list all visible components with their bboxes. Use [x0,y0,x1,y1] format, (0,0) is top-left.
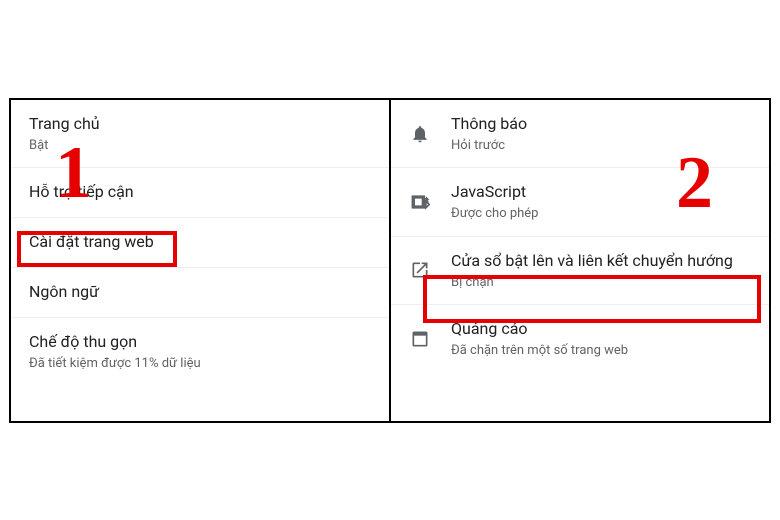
item-title: Ngôn ngữ [29,282,373,303]
item-title: Cửa sổ bật lên và liên kết chuyển hướng [451,251,753,272]
settings-item-home[interactable]: Trang chủ Bật [11,100,389,168]
item-subtitle: Bị chặn [451,275,753,291]
item-subtitle: Hỏi trước [451,138,753,154]
settings-item-accessibility[interactable]: Hỗ trợ tiếp cận [11,168,389,218]
settings-item-language[interactable]: Ngôn ngữ [11,268,389,318]
site-settings-item-javascript[interactable]: JavaScript Được cho phép [391,168,769,236]
popup-icon [409,259,431,281]
settings-pane-left: Trang chủ Bật Hỗ trợ tiếp cận Cài đặt tr… [11,100,391,421]
settings-item-lite-mode[interactable]: Chế độ thu gọn Đã tiết kiệm được 11% dữ … [11,318,389,385]
settings-item-site-settings[interactable]: Cài đặt trang web [11,218,389,268]
instruction-figure: Trang chủ Bật Hỗ trợ tiếp cận Cài đặt tr… [9,98,771,423]
item-title: Quảng cáo [451,319,753,340]
item-title: Hỗ trợ tiếp cận [29,182,373,203]
item-subtitle: Bật [29,138,373,154]
site-settings-item-popups[interactable]: Cửa sổ bật lên và liên kết chuyển hướng … [391,237,769,305]
site-settings-item-ads[interactable]: Quảng cáo Đã chặn trên một số trang web [391,305,769,372]
site-settings-pane-right: Thông báo Hỏi trước JavaScript Được cho … [391,100,769,421]
item-title: Cài đặt trang web [29,232,373,253]
item-title: Trang chủ [29,114,373,135]
ads-icon [409,328,431,350]
item-subtitle: Đã tiết kiệm được 11% dữ liệu [29,356,373,372]
js-icon [409,191,431,213]
item-subtitle: Được cho phép [451,206,753,222]
bell-icon [409,123,431,145]
item-title: Thông báo [451,114,753,135]
item-subtitle: Đã chặn trên một số trang web [451,343,753,359]
item-title: Chế độ thu gọn [29,332,373,353]
item-title: JavaScript [451,182,753,203]
site-settings-item-notifications[interactable]: Thông báo Hỏi trước [391,100,769,168]
